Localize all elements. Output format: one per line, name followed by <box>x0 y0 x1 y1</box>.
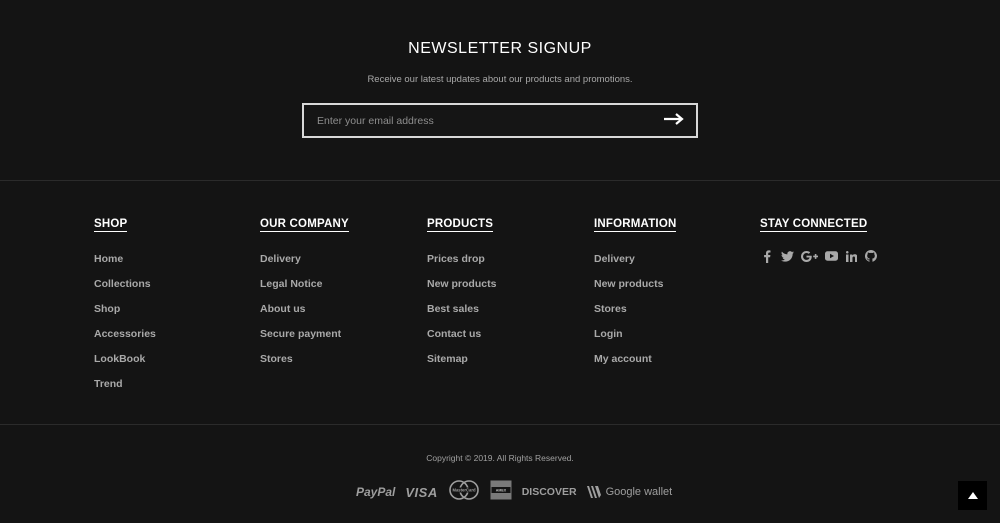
footer-column-stay-connected: STAY CONNECTED <box>760 214 920 263</box>
footer-divider <box>0 424 1000 425</box>
footer-link-home[interactable]: Home <box>94 253 123 265</box>
footer-link-lookbook[interactable]: LookBook <box>94 353 145 365</box>
newsletter-subtitle: Receive our latest updates about our pro… <box>367 74 633 85</box>
newsletter-form <box>302 103 698 138</box>
paypal-logo: PayPal <box>356 485 396 499</box>
footer-column-our-company: OUR COMPANY Delivery Legal Notice About … <box>260 214 420 378</box>
visa-logo: VISA <box>405 484 438 500</box>
column-title: PRODUCTS <box>427 218 494 232</box>
footer-link-shop[interactable]: Shop <box>94 303 120 315</box>
mastercard-logo: MasterCard <box>448 479 480 505</box>
footer-link-new-products[interactable]: New products <box>594 278 663 290</box>
footer-link-prices-drop[interactable]: Prices drop <box>427 253 485 265</box>
footer-link-collections[interactable]: Collections <box>94 278 151 290</box>
footer-link-delivery[interactable]: Delivery <box>594 253 635 265</box>
svg-text:MasterCard: MasterCard <box>452 487 475 492</box>
column-title: INFORMATION <box>594 218 677 232</box>
payment-methods: PayPal VISA MasterCard AMEX DISCOVER Goo… <box>356 479 673 505</box>
google-wallet-icon <box>586 486 601 498</box>
newsletter-section: NEWSLETTER SIGNUP Receive our latest upd… <box>0 0 1000 180</box>
footer-link-legal-notice[interactable]: Legal Notice <box>260 278 322 290</box>
google-wallet-logo: Google wallet <box>586 485 673 499</box>
arrow-right-icon <box>664 113 684 125</box>
footer-column-shop: SHOP Home Collections Shop Accessories L… <box>94 214 254 403</box>
footer-link-new-products[interactable]: New products <box>427 278 496 290</box>
newsletter-title: NEWSLETTER SIGNUP <box>408 40 592 57</box>
back-to-top-button[interactable] <box>958 481 987 510</box>
youtube-icon[interactable] <box>824 249 838 263</box>
linkedin-icon[interactable] <box>844 249 858 263</box>
footer-link-contact-us[interactable]: Contact us <box>427 328 481 340</box>
social-links <box>760 249 920 263</box>
facebook-icon[interactable] <box>760 249 774 263</box>
svg-text:AMEX: AMEX <box>496 488 507 492</box>
footer-link-sitemap[interactable]: Sitemap <box>427 353 468 365</box>
subscribe-button[interactable] <box>660 109 688 132</box>
copyright-text: Copyright © 2019. All Rights Reserved. <box>426 453 574 463</box>
footer-link-my-account[interactable]: My account <box>594 353 652 365</box>
google-wallet-label: Google wallet <box>605 486 673 498</box>
footer-column-information: INFORMATION Delivery New products Stores… <box>594 214 754 378</box>
footer-link-trend[interactable]: Trend <box>94 378 123 390</box>
footer-link-delivery[interactable]: Delivery <box>260 253 301 265</box>
footer-link-best-sales[interactable]: Best sales <box>427 303 479 315</box>
caret-up-icon <box>967 492 978 499</box>
discover-logo: DISCOVER <box>521 486 577 498</box>
google-plus-icon[interactable] <box>800 249 818 263</box>
footer-link-login[interactable]: Login <box>594 328 623 340</box>
email-input[interactable] <box>317 105 647 136</box>
github-icon[interactable] <box>864 249 878 263</box>
footer-link-accessories[interactable]: Accessories <box>94 328 156 340</box>
footer-column-products: PRODUCTS Prices drop New products Best s… <box>427 214 587 378</box>
newsletter-divider <box>0 180 1000 181</box>
column-title: STAY CONNECTED <box>760 218 868 232</box>
footer-link-stores[interactable]: Stores <box>260 353 293 365</box>
twitter-icon[interactable] <box>780 249 794 263</box>
footer-link-stores[interactable]: Stores <box>594 303 627 315</box>
column-title: SHOP <box>94 218 128 232</box>
footer-link-about-us[interactable]: About us <box>260 303 306 315</box>
amex-logo: AMEX <box>490 480 512 505</box>
footer-link-secure-payment[interactable]: Secure payment <box>260 328 341 340</box>
column-title: OUR COMPANY <box>260 218 349 232</box>
